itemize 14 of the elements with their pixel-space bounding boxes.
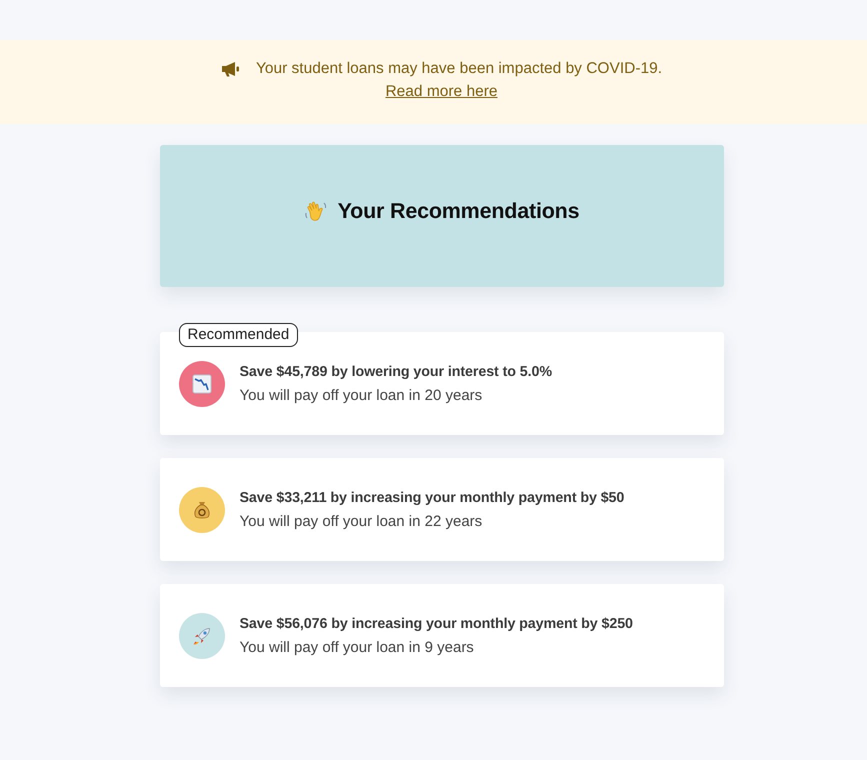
recommendation-title: Save $33,211 by increasing your monthly payment by $50 bbox=[240, 488, 624, 508]
recommendation-title: Save $56,076 by increasing your monthly payment by $250 bbox=[240, 614, 633, 634]
recommendation-subtitle: You will pay off your loan in 9 years bbox=[240, 638, 475, 658]
recommendation-card[interactable]: Save $33,211 by increasing your monthly payment by $50 You will pay off your loan in 22 years bbox=[160, 458, 724, 561]
recommended-tag: Recommended bbox=[178, 323, 298, 347]
header-title: Your Recommendations bbox=[338, 198, 580, 224]
recommendation-subtitle: You will pay off your loan in 20 years bbox=[240, 386, 484, 406]
megaphone-icon bbox=[220, 61, 240, 77]
recommendation-subtitle: You will pay off your loan in 22 years bbox=[240, 512, 484, 532]
waving-hand-icon bbox=[304, 199, 328, 223]
recommendation-card[interactable]: Save $56,076 by increasing your monthly payment by $250 You will pay off your loan in 9 years bbox=[160, 584, 724, 687]
recommendation-title: Save $45,789 by lowering your interest to 5.0% bbox=[240, 362, 552, 382]
notice-text: Your student loans may have been impacted by COVID-19. bbox=[256, 59, 662, 79]
read-more-link[interactable]: Read more here bbox=[385, 81, 498, 103]
